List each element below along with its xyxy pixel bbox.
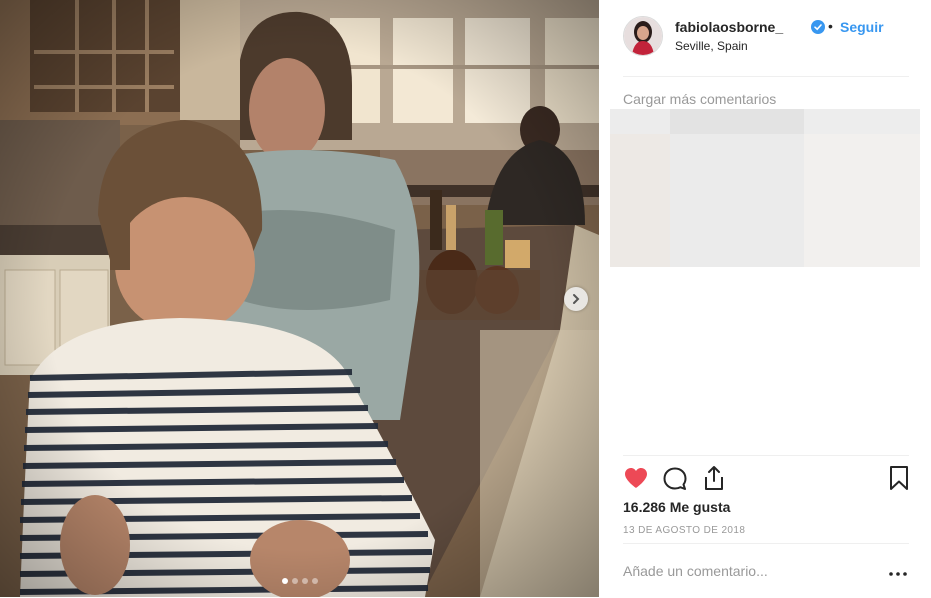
chevron-right-icon (573, 294, 580, 304)
location-link[interactable]: Seville, Spain (675, 39, 748, 53)
bookmark-icon[interactable] (889, 465, 909, 491)
post-photo[interactable] (0, 0, 599, 597)
carousel-dot-2 (292, 578, 298, 584)
post-side-panel: fabiolaosborne_ • Seguir Seville, Spain … (599, 0, 931, 597)
carousel-indicator (282, 578, 318, 584)
add-comment-form (623, 543, 909, 598)
more-options-icon[interactable] (889, 572, 907, 576)
post-date[interactable]: 13 DE AGOSTO DE 2018 (623, 525, 745, 536)
carousel-dot-3 (302, 578, 308, 584)
comment-input[interactable] (623, 559, 863, 583)
comment-bubble-icon[interactable] (662, 466, 688, 492)
placeholder-tile (670, 109, 804, 134)
load-more-comments-button[interactable]: Cargar más comentarios (623, 91, 776, 107)
photo-image (0, 0, 599, 597)
carousel-dot-1 (282, 578, 288, 584)
avatar[interactable] (623, 16, 663, 56)
follow-button[interactable]: Seguir (840, 19, 884, 35)
share-icon[interactable] (701, 464, 727, 492)
username-link[interactable]: fabiolaosborne_ (675, 19, 783, 35)
comments-loading-placeholder (610, 109, 920, 267)
placeholder-tile (804, 109, 920, 134)
post-actions-bar (623, 455, 909, 496)
header-separator: • (828, 18, 833, 34)
placeholder-tile (610, 109, 670, 134)
carousel-dot-4 (312, 578, 318, 584)
placeholder-tile (610, 134, 670, 267)
heart-filled-icon[interactable] (623, 466, 649, 490)
post-header: fabiolaosborne_ • Seguir Seville, Spain (623, 16, 909, 77)
placeholder-tile (804, 134, 920, 267)
avatar-image (624, 17, 662, 55)
placeholder-tile (670, 134, 804, 267)
carousel-next-button[interactable] (564, 287, 588, 311)
verified-badge-icon (811, 20, 825, 34)
likes-count[interactable]: 16.286 Me gusta (623, 499, 730, 515)
